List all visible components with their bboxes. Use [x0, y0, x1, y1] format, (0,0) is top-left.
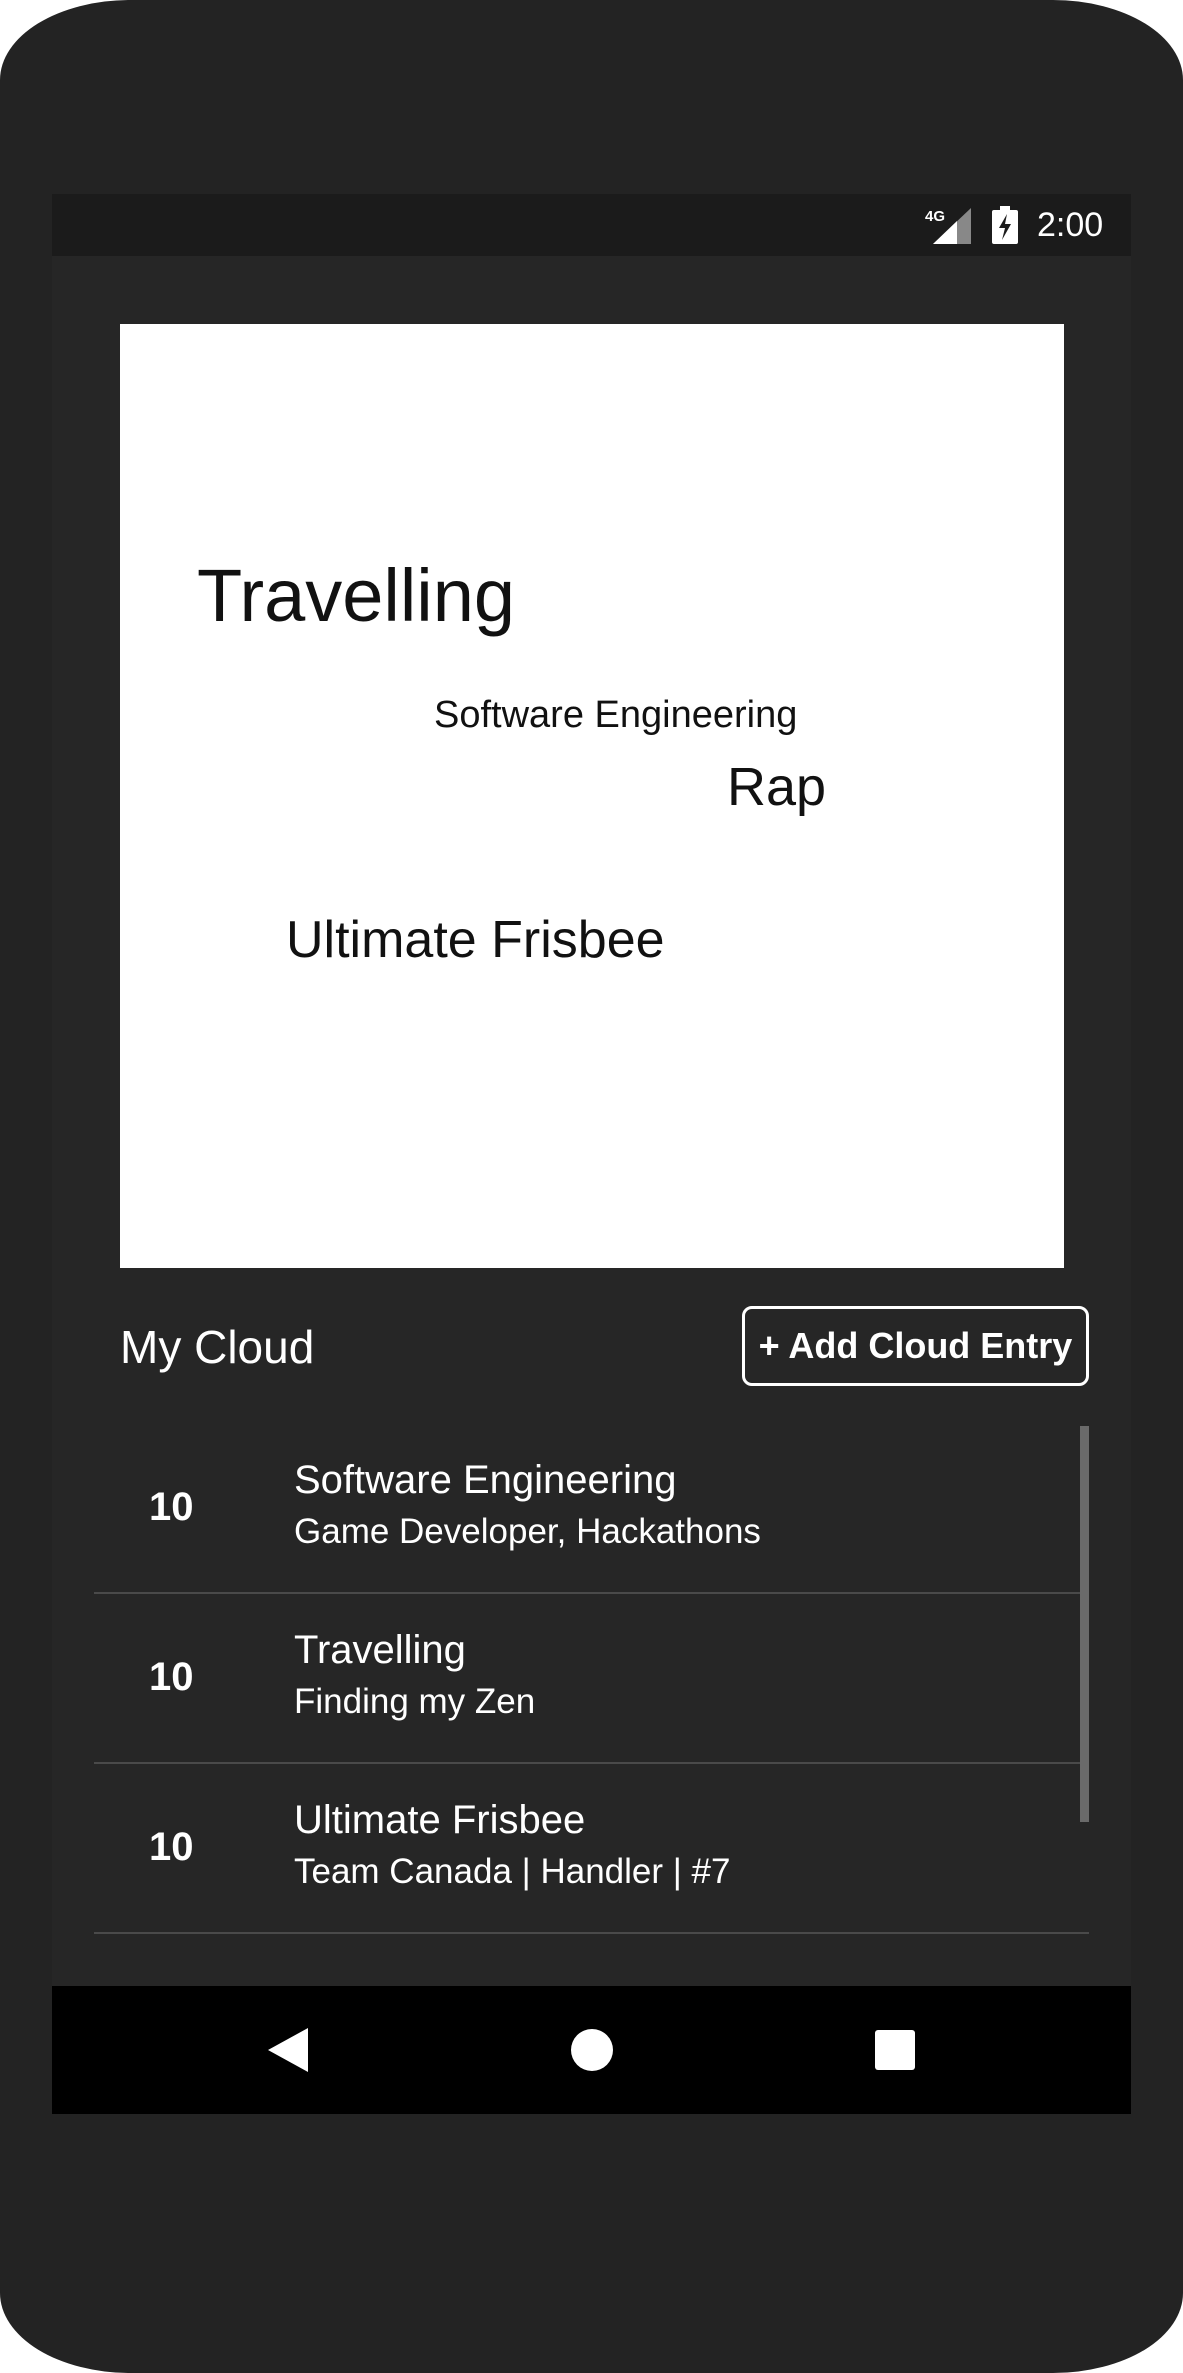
entry-score: 10 — [149, 1655, 194, 1699]
cloud-word: Ultimate Frisbee — [286, 911, 665, 969]
entry-title: Ultimate Frisbee — [294, 1798, 586, 1842]
add-cloud-entry-button[interactable]: + Add Cloud Entry — [742, 1306, 1089, 1386]
clock: 2:00 — [1037, 206, 1104, 244]
cloud-word: Software Engineering — [434, 694, 798, 736]
battery-charging-icon — [992, 206, 1018, 244]
entry-score: 10 — [149, 1825, 194, 1869]
cloud-word: Rap — [727, 757, 827, 817]
entry-title: Software Engineering — [294, 1458, 677, 1502]
back-button[interactable] — [248, 2010, 328, 2090]
entry-subtitle: Finding my Zen — [294, 1682, 536, 1721]
cloud-word: Travelling — [197, 554, 516, 637]
section-title: My Cloud — [120, 1321, 315, 1373]
recent-apps-icon — [875, 2030, 915, 2070]
entry-subtitle: Game Developer, Hackathons — [294, 1512, 761, 1551]
list-item[interactable]: 10 Travelling Finding my Zen — [94, 1594, 1089, 1764]
back-icon — [268, 2028, 308, 2072]
cloud-entry-list[interactable]: 10 Software Engineering Game Developer, … — [94, 1424, 1089, 1934]
app-screen: 4G 2:00 Travelling Software Engineering … — [52, 194, 1131, 2114]
word-cloud: Travelling Software Engineering Rap Ulti… — [120, 324, 1064, 1268]
home-button[interactable] — [552, 2010, 632, 2090]
list-item[interactable]: 10 Software Engineering Game Developer, … — [94, 1424, 1089, 1594]
signal-icon — [933, 208, 971, 244]
entry-score: 10 — [149, 1485, 194, 1529]
navigation-bar — [52, 1986, 1131, 2114]
entry-title: Travelling — [294, 1628, 466, 1672]
list-scrollbar[interactable] — [1080, 1426, 1089, 1822]
phone-frame: 4G 2:00 Travelling Software Engineering … — [0, 0, 1183, 2373]
status-bar: 4G 2:00 — [52, 194, 1131, 256]
entry-subtitle: Team Canada | Handler | #7 — [294, 1852, 731, 1891]
recent-apps-button[interactable] — [855, 2010, 935, 2090]
home-icon — [571, 2029, 613, 2071]
list-item[interactable]: 10 Ultimate Frisbee Team Canada | Handle… — [94, 1764, 1089, 1934]
